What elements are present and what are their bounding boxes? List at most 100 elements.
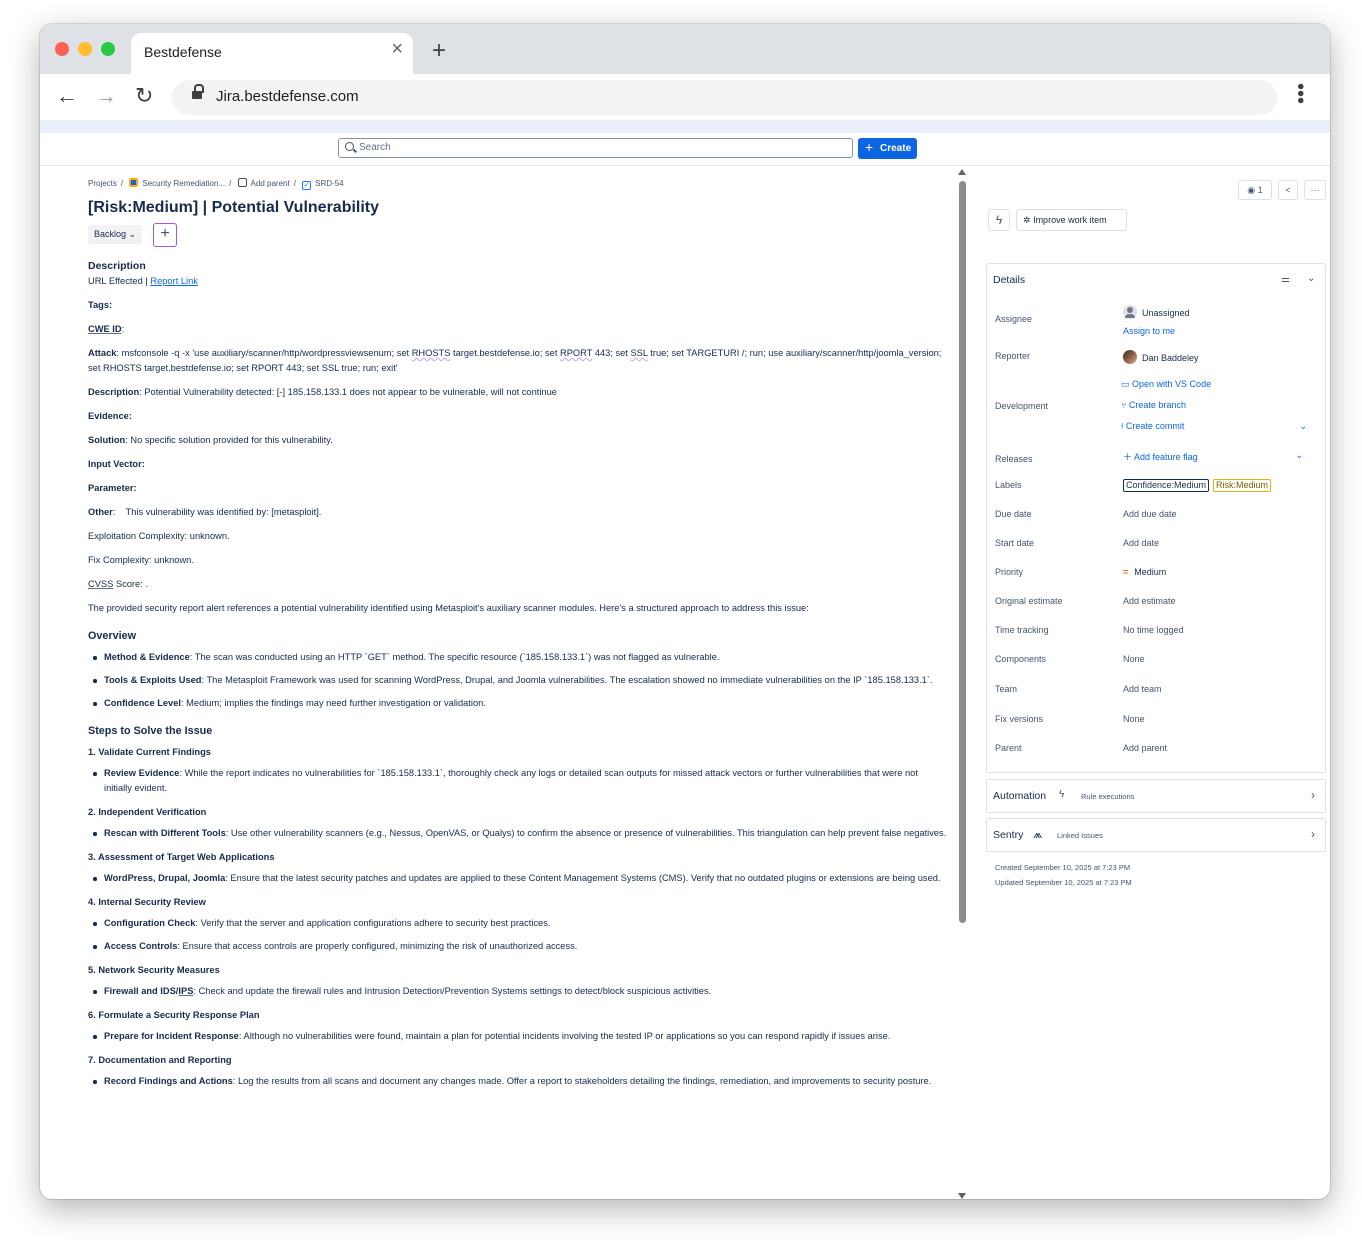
due-date-label: Due date — [995, 509, 1032, 519]
create-button[interactable]: + Create — [858, 138, 917, 159]
browser-menu-icon[interactable]: ••• — [1289, 83, 1311, 104]
fix-versions-value[interactable]: None — [1123, 714, 1145, 724]
breadcrumb-add-parent[interactable]: Add parent — [251, 179, 290, 188]
forward-icon[interactable]: → — [95, 82, 117, 110]
back-icon[interactable]: ← — [56, 82, 78, 110]
create-commit-link[interactable]: ⍿ Create commit — [1121, 421, 1184, 432]
new-tab-icon[interactable]: + — [432, 39, 446, 63]
list-item: WordPress, Drupal, Joomla: Ensure that t… — [88, 871, 948, 886]
components-label: Components — [995, 654, 1047, 664]
step-heading: 6. Formulate a Security Response Plan — [88, 1010, 260, 1020]
labels-value[interactable]: Confidence:Medium Risk:Medium — [1123, 479, 1275, 492]
maximize-window-button[interactable] — [101, 42, 115, 56]
report-link[interactable]: Report Link — [150, 276, 198, 286]
close-window-button[interactable] — [55, 42, 69, 56]
open-vscode-link[interactable]: ▭ Open with VS Code — [1121, 379, 1211, 390]
sparkle-icon: ✲ — [1023, 215, 1031, 225]
breadcrumb-issue-key[interactable]: SRD-54 — [315, 179, 343, 188]
created-timestamp: Created September 10, 2025 at 7:23 PM — [995, 863, 1131, 872]
scroll-down-arrow-icon[interactable] — [958, 1193, 966, 1199]
add-feature-flag-link[interactable]: ＋ Add feature flag — [1123, 450, 1198, 463]
details-heading[interactable]: Details — [993, 274, 1025, 286]
priority-value[interactable]: = Medium — [1123, 567, 1166, 577]
priority-label: Priority — [995, 567, 1024, 577]
assignee-value[interactable]: Unassigned — [1123, 305, 1190, 319]
assign-to-me-link[interactable]: Assign to me — [1123, 326, 1175, 336]
minimize-window-button[interactable] — [78, 42, 92, 56]
details-panel: Details ⚌ ⌄ Assignee Unassigned Assign t… — [986, 263, 1326, 773]
automation-bolt-button[interactable]: ϟ — [988, 209, 1010, 231]
team-value[interactable]: Add team — [1123, 684, 1162, 694]
time-tracking-value[interactable]: No time logged — [1123, 625, 1184, 635]
development-label: Development — [995, 401, 1049, 411]
issue-main: Projects / Security Remediation... / Add p… — [88, 176, 948, 1089]
status-dropdown[interactable]: Backlog ⌄ — [88, 225, 143, 244]
original-estimate-label: Original estimate — [995, 596, 1063, 606]
input-vector-line: Input Vector: — [88, 459, 145, 469]
label-tag[interactable]: Risk:Medium — [1213, 479, 1272, 492]
create-branch-link[interactable]: ⑂ Create branch — [1121, 400, 1186, 410]
lock-icon — [192, 84, 204, 101]
reporter-label: Reporter — [995, 351, 1031, 361]
original-estimate-value[interactable]: Add estimate — [1123, 596, 1176, 606]
scroll-up-arrow-icon[interactable] — [958, 169, 966, 175]
bolt-icon: ϟ — [1059, 789, 1065, 800]
components-value[interactable]: None — [1123, 654, 1145, 664]
edit-parent-icon — [237, 178, 247, 187]
breadcrumb-separator: / — [293, 179, 296, 188]
more-icon: ··· — [1310, 185, 1320, 195]
linked-issues-label: Linked Issues — [1057, 831, 1103, 840]
cwe-line: CWE ID: — [88, 324, 125, 334]
commit-icon: ⍿ — [1121, 421, 1124, 431]
issue-title[interactable]: [Risk:Medium] | Potential Vulnerability — [88, 197, 948, 219]
list-item: Prepare for Incident Response: Although … — [88, 1029, 948, 1044]
configure-fields-icon[interactable]: ⚌ — [1281, 274, 1290, 285]
due-date-value[interactable]: Add due date — [1123, 509, 1177, 519]
sentry-panel[interactable]: Sentry ⩕ Linked Issues › — [986, 818, 1326, 852]
start-date-value[interactable]: Add date — [1123, 538, 1159, 548]
improve-work-item-button[interactable]: ✲ Improve work item — [1016, 209, 1127, 231]
search-input[interactable]: Search — [338, 138, 853, 158]
step-heading: 1. Validate Current Findings — [88, 747, 211, 757]
add-button[interactable]: + — [153, 223, 177, 247]
chevron-down-icon: ⌄ — [128, 229, 137, 239]
main-scrollbar[interactable] — [958, 169, 967, 1199]
watch-button[interactable]: ◉ 1 — [1238, 180, 1272, 200]
browser-tab[interactable]: Bestdefense × — [131, 33, 413, 74]
tags-line: Tags: — [88, 300, 113, 310]
list-item: Firewall and IDS/IPS: Check and update t… — [88, 984, 948, 999]
reporter-value[interactable]: Dan Baddeley — [1123, 350, 1199, 364]
list-item: Rescan with Different Tools: Use other v… — [88, 826, 948, 841]
close-tab-icon[interactable]: × — [391, 39, 403, 59]
share-button[interactable]: < — [1278, 180, 1298, 200]
eye-icon: ◉ — [1247, 185, 1256, 195]
more-actions-button[interactable]: ··· — [1304, 180, 1326, 200]
label-tag[interactable]: Confidence:Medium — [1123, 479, 1210, 492]
parent-label: Parent — [995, 743, 1022, 753]
list-item: Method & Evidence: The scan was conducte… — [88, 650, 948, 665]
breadcrumb-project[interactable]: Security Remediation... — [142, 179, 225, 188]
attack-line: Attack: msfconsole -q -x 'use auxiliary/… — [88, 348, 942, 373]
list-item: Tools & Exploits Used: The Metasploit Fr… — [88, 673, 948, 688]
chevron-right-icon: › — [1311, 827, 1315, 841]
tab-title: Bestdefense — [144, 44, 222, 60]
breadcrumb-projects[interactable]: Projects — [88, 179, 117, 188]
scroll-thumb[interactable] — [959, 181, 966, 923]
chevron-down-icon[interactable]: ⌄ — [1307, 273, 1315, 284]
address-bar[interactable]: Jira.bestdefense.com — [172, 80, 1277, 115]
bolt-icon: ϟ — [995, 213, 1003, 227]
list-item: Review Evidence: While the report indica… — [88, 766, 948, 796]
automation-panel[interactable]: Automation ϟ Rule executions › — [986, 779, 1326, 813]
chevron-down-icon[interactable]: ⌄ — [1299, 421, 1307, 432]
project-icon — [129, 178, 139, 187]
chevron-down-icon[interactable]: ⌄ — [1295, 450, 1303, 461]
monitor-icon: ▭ — [1121, 379, 1130, 389]
fix-complexity-line: Fix Complexity: unknown. — [88, 555, 194, 565]
intro-paragraph: The provided security report alert refer… — [88, 603, 809, 613]
description-heading: Description — [88, 260, 146, 272]
parent-value[interactable]: Add parent — [1123, 743, 1167, 753]
reload-icon[interactable]: ↻ — [135, 82, 153, 110]
exploitation-line: Exploitation Complexity: unknown. — [88, 531, 230, 541]
tab-bar: Bestdefense × + — [40, 24, 1330, 74]
fix-versions-label: Fix versions — [995, 714, 1044, 724]
